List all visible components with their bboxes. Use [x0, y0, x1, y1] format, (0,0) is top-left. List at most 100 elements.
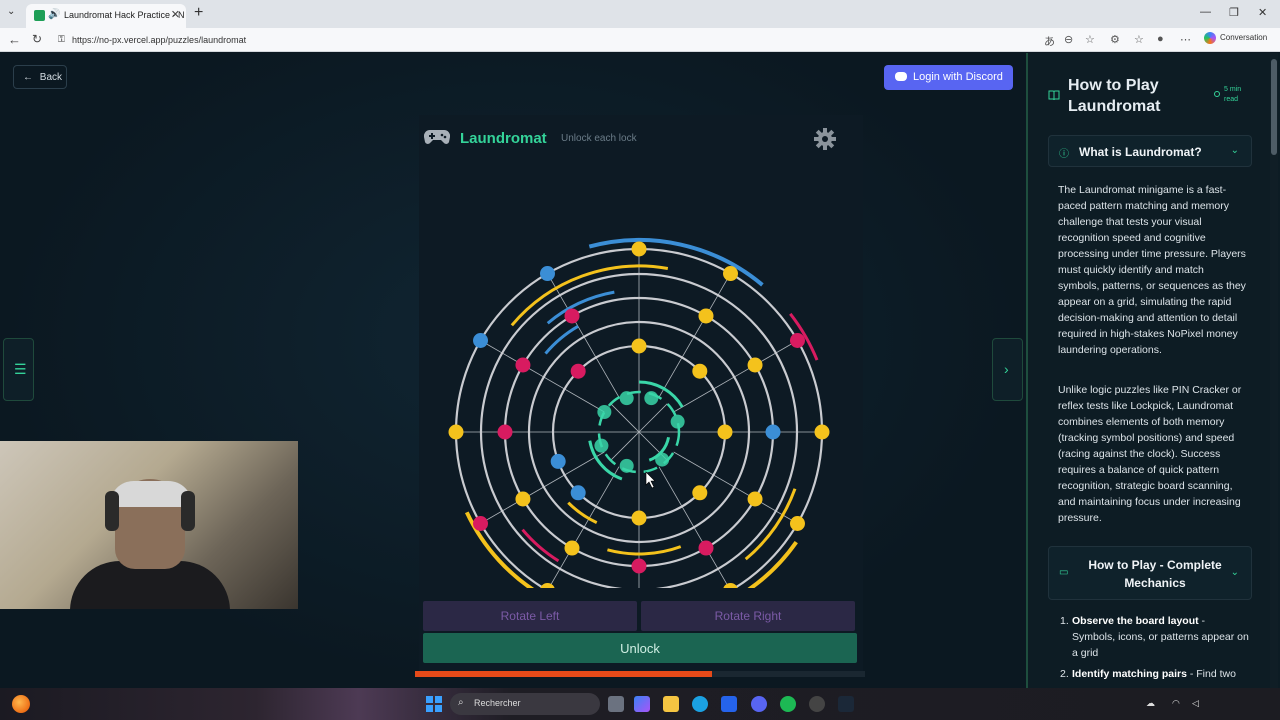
lock-node-yellow — [747, 357, 763, 373]
gamepad-icon — [424, 129, 450, 144]
audio-playing-icon[interactable]: 🔊 — [48, 9, 60, 20]
spotify-icon[interactable] — [780, 696, 796, 712]
chevron-right-icon: › — [1004, 361, 1009, 377]
step-list: 1. Observe the board layout - Symbols, i… — [1060, 613, 1250, 682]
task-view-icon[interactable] — [608, 696, 624, 712]
windows-start-icon[interactable] — [426, 696, 442, 712]
guide-panel: How to Play Laundromat 5 min read ⓘ What… — [1026, 53, 1280, 688]
obs-icon[interactable] — [809, 696, 825, 712]
guide-paragraph-1: The Laundromat minigame is a fast-paced … — [1058, 184, 1246, 356]
lock-node-yellow — [631, 510, 647, 526]
tray-wifi-icon[interactable]: ◠ — [1172, 698, 1180, 709]
page-scrollbar[interactable] — [1270, 53, 1278, 688]
puzzle-subtitle: Unlock each lock — [561, 133, 637, 144]
lock-node-pink — [515, 357, 531, 373]
lock-board[interactable] — [440, 178, 840, 588]
lock-node-blue — [550, 453, 566, 469]
lock-node-teal — [619, 458, 634, 473]
board-spoke — [658, 273, 731, 398]
tray-volume-icon[interactable]: ◁ — [1192, 698, 1199, 709]
translate-icon[interactable]: あ — [1044, 33, 1055, 49]
lock-node-blue — [540, 266, 555, 282]
lock-node-teal — [594, 438, 609, 453]
rotate-right-button[interactable]: Rotate Right — [641, 601, 855, 631]
puzzle-title: Laundromat — [460, 130, 547, 147]
copilot-taskbar-icon[interactable] — [634, 696, 650, 712]
gamepad-small-icon: ▭ — [1059, 567, 1069, 578]
url-text: https://no-px.vercel.app/puzzles/laundro… — [72, 35, 247, 45]
headphone-icon — [105, 491, 119, 531]
sidebar-toggle-button[interactable]: ☰ — [3, 338, 34, 401]
url-field[interactable]: ⚿ https://no-px.vercel.app/puzzles/laund… — [56, 31, 1036, 49]
lock-node-yellow — [698, 308, 714, 324]
discord-taskbar-icon[interactable] — [751, 696, 767, 712]
collections-icon[interactable]: ☆ — [1134, 33, 1144, 46]
more-menu-icon[interactable]: ⋯ — [1180, 33, 1191, 46]
lock-node-yellow — [564, 540, 580, 556]
site-favicon-icon — [34, 10, 45, 21]
board-spoke-inner — [610, 403, 640, 433]
lock-node-yellow — [515, 491, 531, 507]
edge-icon[interactable] — [692, 696, 708, 712]
lock-node-blue — [473, 333, 489, 348]
discord-login-button[interactable]: Login with Discord — [884, 65, 1013, 90]
back-button[interactable]: ← Back — [13, 65, 67, 89]
lock-node-pink — [473, 516, 489, 531]
scrollbar-thumb[interactable] — [1271, 59, 1277, 155]
chevron-down-icon: ⌄ — [1230, 145, 1239, 156]
list-item: 1. Observe the board layout - Symbols, i… — [1060, 615, 1249, 659]
weather-icon[interactable] — [12, 695, 30, 713]
lock-node-blue — [570, 485, 586, 501]
reader-icon[interactable]: ⊖ — [1064, 33, 1073, 46]
lock-node-pink — [497, 424, 513, 440]
close-tab-icon[interactable]: ✕ — [171, 8, 180, 21]
copilot-icon — [1204, 32, 1216, 44]
lock-node-teal — [597, 405, 612, 419]
tab-title: Laundromat Hack Practice - N — [64, 10, 185, 20]
windows-taskbar: ⌕ Rechercher ☁ ◠ ◁ — [0, 688, 1280, 720]
accordion-what-is[interactable]: ⓘ What is Laundromat? ⌄ — [1048, 135, 1252, 167]
settings-gear-icon[interactable] — [814, 128, 836, 150]
board-spoke-inner — [638, 403, 668, 433]
lock-node-yellow — [631, 241, 647, 257]
favorite-star-icon[interactable]: ☆ — [1085, 33, 1095, 46]
taskbar-search-label: Rechercher — [474, 698, 521, 708]
minimize-icon[interactable]: — — [1200, 6, 1211, 18]
extensions-icon[interactable]: ⚙ — [1110, 33, 1120, 46]
rotate-left-button[interactable]: Rotate Left — [423, 601, 637, 631]
copilot-button[interactable]: Conversation — [1204, 32, 1267, 44]
list-item: 2. Identify matching pairs - Find two — [1060, 668, 1236, 680]
site-info-icon[interactable]: ⚿ — [58, 34, 65, 45]
lock-node-yellow — [717, 424, 733, 440]
file-explorer-icon[interactable] — [663, 696, 679, 712]
accordion-how-to-play[interactable]: ▭ How to Play - Complete Mechanics ⌄ — [1048, 546, 1252, 600]
board-spoke — [673, 340, 798, 413]
main-area: ← Back Login with Discord Laundromat Unl… — [0, 53, 1026, 688]
lock-node-blue — [765, 424, 781, 440]
next-puzzle-button[interactable]: › — [992, 338, 1023, 401]
timer-bar — [415, 671, 712, 677]
guide-title: How to Play Laundromat — [1068, 77, 1161, 115]
chevron-down-icon: ⌄ — [1230, 567, 1239, 578]
tab-list-icon[interactable]: ⌄ — [7, 6, 15, 17]
copilot-label: Conversation — [1220, 33, 1268, 43]
store-icon[interactable] — [721, 696, 737, 712]
browser-tab[interactable]: 🔊 Laundromat Hack Practice - N ✕ — [26, 4, 186, 28]
restore-icon[interactable]: ❐ — [1229, 6, 1239, 19]
back-nav-icon[interactable]: ← — [8, 32, 21, 47]
taskbar-search[interactable]: ⌕ Rechercher — [450, 693, 600, 715]
search-icon: ⌕ — [458, 697, 464, 708]
steam-icon[interactable] — [838, 696, 854, 712]
lock-node-yellow — [692, 363, 708, 379]
unlock-button[interactable]: Unlock — [423, 633, 857, 663]
lock-node-yellow — [631, 338, 647, 354]
tray-network-icon[interactable]: ☁ — [1146, 698, 1155, 709]
profile-avatar-icon[interactable]: ● — [1157, 33, 1164, 45]
close-window-icon[interactable]: ✕ — [1258, 6, 1267, 19]
mouse-cursor-icon — [645, 471, 656, 489]
new-tab-icon[interactable]: + — [194, 4, 203, 22]
guide-paragraph-2: Unlike logic puzzles like PIN Cracker or… — [1058, 384, 1242, 524]
board-spoke — [673, 451, 798, 524]
reload-icon[interactable]: ↻ — [32, 32, 42, 46]
lock-node-pink — [789, 333, 805, 348]
